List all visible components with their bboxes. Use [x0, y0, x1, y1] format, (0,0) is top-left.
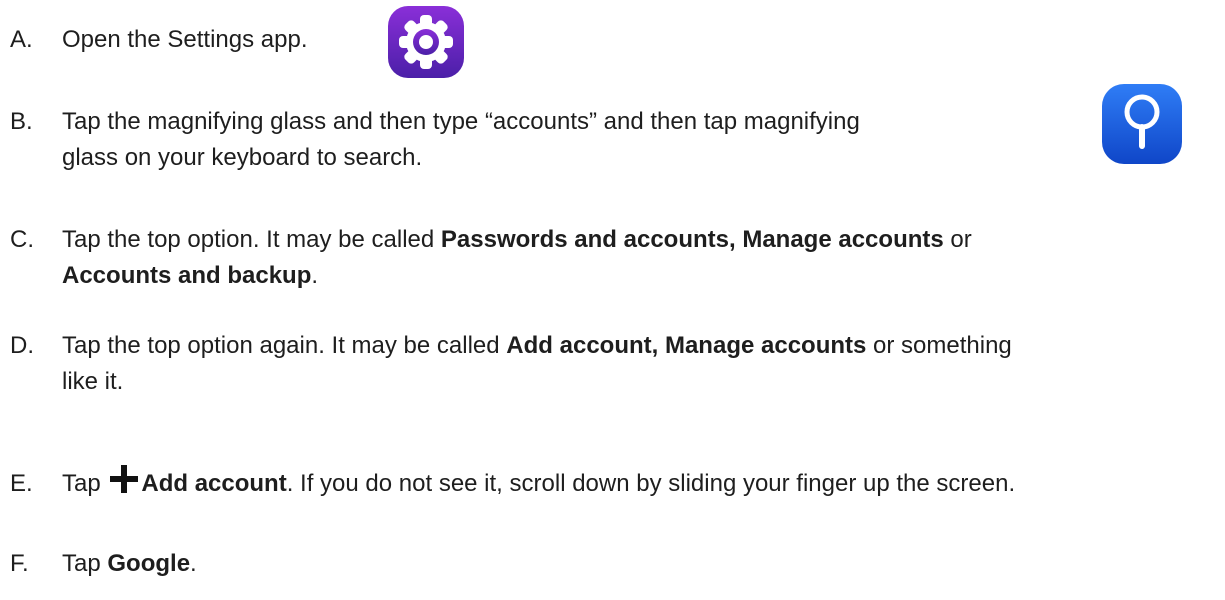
step-letter: D. [10, 332, 34, 359]
step-e: E. Tap Add account. If you do not see it,… [10, 464, 1015, 505]
magnifying-glass-icon [1102, 84, 1182, 164]
step-text: Open the Settings app. [62, 26, 308, 53]
option-name: Add account, Manage accounts [506, 332, 867, 359]
option-name: Add account [141, 470, 287, 497]
plus-icon [107, 464, 141, 505]
step-text: Tap [62, 470, 108, 497]
step-text: . [190, 550, 197, 577]
step-letter: F. [10, 550, 29, 577]
step-d: D. Tap the top option again. It may be ca… [10, 328, 1012, 400]
step-letter: E. [10, 470, 33, 497]
option-name: Google [107, 550, 191, 577]
step-letter: A. [10, 26, 33, 53]
step-text: Tap the top option. It may be called [62, 226, 441, 253]
step-text: . If you do not see it, scroll down by s… [286, 470, 1016, 497]
step-text-line2: glass on your keyboard to search. [62, 144, 423, 171]
option-name: Passwords and accounts, Manage accounts [440, 226, 944, 253]
step-text: or something [866, 332, 1012, 359]
step-text-line2: like it. [62, 368, 124, 395]
option-name: Accounts and backup [62, 262, 312, 289]
step-a: A. Open the Settings app. [10, 22, 308, 58]
step-text-line2: Accounts and backup. [62, 262, 319, 289]
step-text: Tap [62, 550, 108, 577]
step-letter: C. [10, 226, 34, 253]
step-text: or [943, 226, 972, 253]
step-f: F. Tap Google. [10, 546, 197, 582]
gear-icon [386, 6, 466, 78]
step-text: Tap the top option again. It may be call… [62, 332, 507, 359]
step-c: C. Tap the top option. It may be called P… [10, 222, 972, 294]
step-letter: B. [10, 108, 33, 135]
step-text-line1: Tap the magnifying glass and then type “… [62, 108, 860, 135]
step-b: B. Tap the magnifying glass and then type… [10, 104, 860, 176]
